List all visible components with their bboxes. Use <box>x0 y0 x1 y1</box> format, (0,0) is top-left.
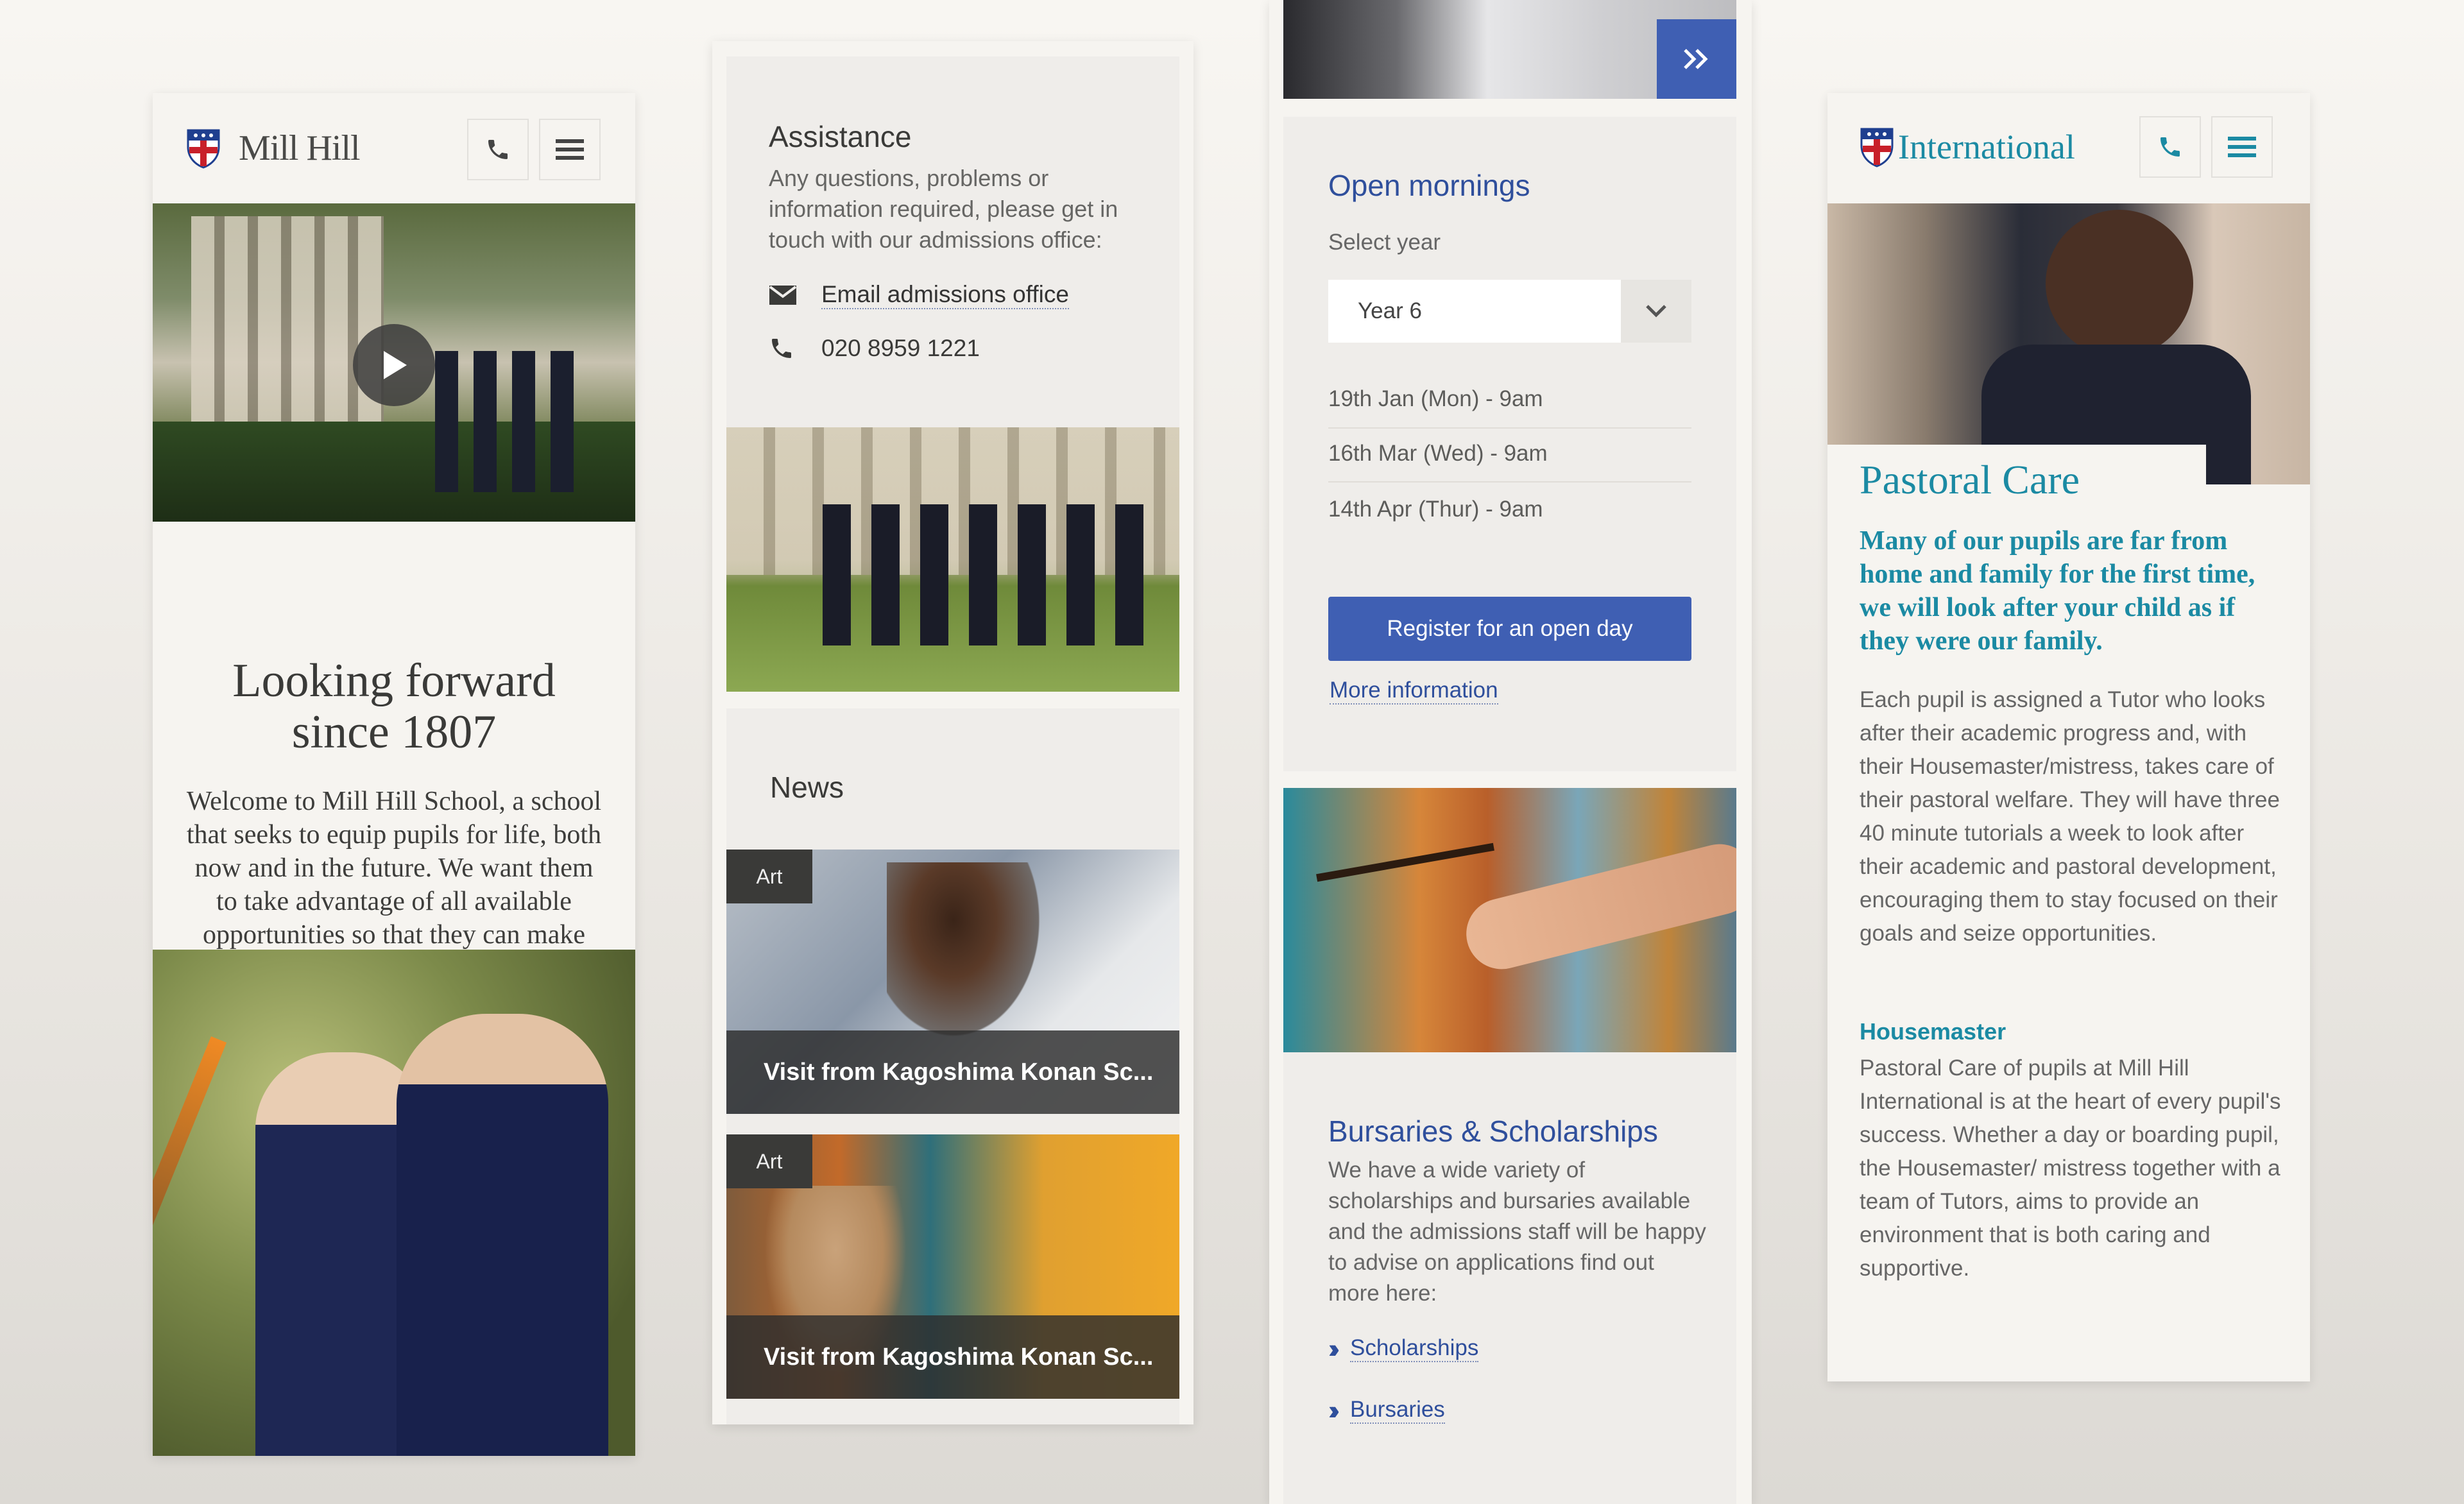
year-select-toggle[interactable] <box>1621 280 1691 343</box>
phone-button[interactable] <box>467 119 529 180</box>
play-icon <box>384 351 407 379</box>
year-select[interactable]: Year 6 <box>1328 280 1691 343</box>
phone-icon <box>2160 137 2180 157</box>
menu-icon <box>556 139 584 160</box>
divider <box>1328 481 1691 483</box>
chevron-down-icon <box>1646 305 1666 318</box>
news-card-2[interactable]: Art Visit from Kagoshima Konan Sc... <box>726 1134 1179 1399</box>
date-row: 16th Mar (Wed) - 9am <box>1328 441 1548 466</box>
phone-button[interactable] <box>2139 116 2201 178</box>
pupils-jumping-photo <box>726 427 1179 692</box>
news-card-1-person <box>887 862 1054 1055</box>
phone-row[interactable]: 020 8959 1221 <box>769 335 980 362</box>
double-chevron-right-icon <box>1684 49 1708 69</box>
email-link-row[interactable]: Email admissions office <box>769 281 1069 309</box>
double-chevron-right-icon: ›› <box>1328 1395 1340 1425</box>
news-card-1-title[interactable]: Visit from Kagoshima Konan Sc... <box>726 1030 1179 1114</box>
crest-icon <box>1860 128 1894 167</box>
select-year-label: Select year <box>1328 230 1441 255</box>
screen-admissions: Assistance Any questions, problems or in… <box>712 41 1194 1424</box>
site-header: Mill Hill <box>153 93 635 203</box>
screen-open-mornings: Open mornings Select year Year 6 19th Ja… <box>1269 0 1752 1504</box>
play-button[interactable] <box>353 324 435 406</box>
assistance-panel: Assistance Any questions, problems or in… <box>726 56 1179 427</box>
painting-photo <box>1283 788 1736 1052</box>
open-mornings-title: Open mornings <box>1328 169 1530 202</box>
phone-number[interactable]: 020 8959 1221 <box>821 335 980 362</box>
menu-icon <box>2228 137 2256 157</box>
news-card-1[interactable]: Art Visit from Kagoshima Konan Sc... <box>726 850 1179 1114</box>
news-title: News <box>770 771 844 804</box>
email-admissions-link[interactable]: Email admissions office <box>821 281 1069 309</box>
page-title-line1: Looking forward <box>232 654 556 707</box>
hockey-photo <box>153 950 635 1456</box>
page-title-line2: since 1807 <box>291 706 497 758</box>
logo[interactable]: International <box>1860 126 2075 167</box>
housemaster-text: Pastoral Care of pupils at Mill Hill Int… <box>1860 1055 2281 1281</box>
pupils-group <box>823 504 1156 645</box>
phone-icon <box>488 140 508 159</box>
news-card-2-tag: Art <box>726 1134 812 1188</box>
logo-text: Mill Hill <box>239 128 361 168</box>
logo-text: International <box>1898 128 2075 166</box>
next-arrow-button[interactable] <box>1657 19 1736 99</box>
bursaries-link-label[interactable]: Bursaries <box>1349 1397 1445 1424</box>
body-text: Each pupil is assigned a Tutor who looks… <box>1860 687 2280 946</box>
page-title: Looking forward since 1807 <box>153 655 635 758</box>
date-row: 19th Jan (Mon) - 9am <box>1328 386 1543 411</box>
crest-icon <box>187 129 220 169</box>
painting-arm <box>1459 836 1736 977</box>
bursaries-title: Bursaries & Scholarships <box>1328 1115 1658 1148</box>
news-card-1-tag: Art <box>726 850 812 903</box>
more-information-link[interactable]: More information <box>1330 678 1498 705</box>
hero-video[interactable] <box>153 203 635 522</box>
scholarships-link-label[interactable]: Scholarships <box>1349 1335 1479 1362</box>
news-card-2-title[interactable]: Visit from Kagoshima Konan Sc... <box>726 1315 1179 1399</box>
paintbrush <box>1316 842 1494 882</box>
register-open-day-button[interactable]: Register for an open day <box>1328 597 1691 661</box>
screen-pastoral-care: International Pastoral Care Many of our … <box>1827 93 2310 1381</box>
bursaries-text: We have a wide variety of scholarships a… <box>1328 1158 1706 1306</box>
year-select-value: Year 6 <box>1358 298 1422 323</box>
site-header: International <box>1827 93 2310 203</box>
top-photo <box>1283 0 1736 99</box>
pupil-face <box>2046 210 2193 357</box>
assistance-title: Assistance <box>769 120 912 153</box>
phone-icon <box>772 339 791 358</box>
hockey-stick <box>153 1036 227 1448</box>
bursaries-panel: Bursaries & Scholarships We have a wide … <box>1283 1052 1736 1504</box>
player-right <box>397 1014 608 1456</box>
scholarships-link[interactable]: ›› Scholarships <box>1328 1333 1479 1364</box>
building-columns <box>191 216 384 428</box>
email-icon <box>769 286 797 305</box>
menu-button[interactable] <box>2211 116 2273 178</box>
assistance-text: Any questions, problems or information r… <box>769 165 1118 253</box>
date-row: 14th Apr (Thur) - 9am <box>1328 497 1543 522</box>
page-title: Pastoral Care <box>1860 457 2080 502</box>
bursaries-link[interactable]: ›› Bursaries <box>1328 1395 1445 1426</box>
divider <box>1328 427 1691 429</box>
housemaster-heading: Housemaster <box>1860 1018 2006 1045</box>
screen-mill-hill-home: Mill Hill Looking forward since 1807 Wel… <box>153 93 635 1456</box>
double-chevron-right-icon: ›› <box>1328 1333 1340 1363</box>
news-panel: News Art Visit from Kagoshima Konan Sc..… <box>726 708 1179 1424</box>
open-mornings-panel: Open mornings Select year Year 6 19th Ja… <box>1283 117 1736 771</box>
lead-text: Many of our pupils are far from home and… <box>1860 526 2255 656</box>
pupils-figures <box>435 351 589 492</box>
logo[interactable]: Mill Hill <box>186 128 361 169</box>
classroom-photo <box>1827 203 2310 484</box>
menu-button[interactable] <box>539 119 601 180</box>
